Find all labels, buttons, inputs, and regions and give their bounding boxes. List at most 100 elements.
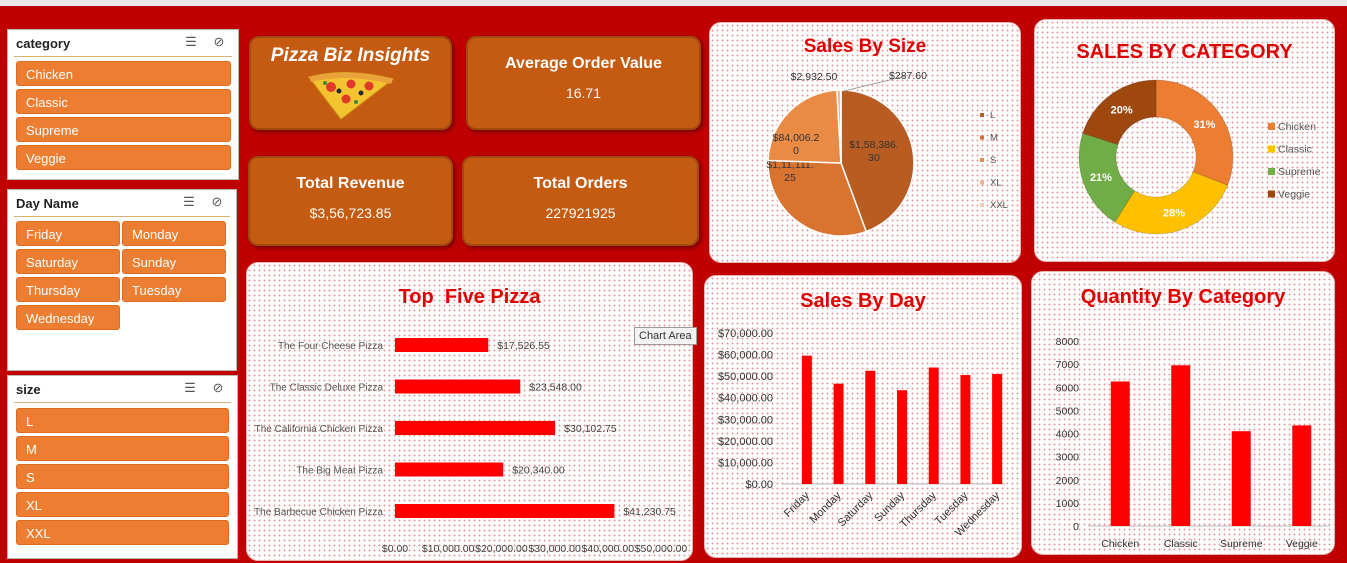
legend-label: L: [990, 110, 995, 121]
orders-card: Total Orders 227921925: [462, 156, 699, 246]
legend-label: Chicken: [1278, 121, 1316, 133]
quantity-by-category-panel[interactable]: Quantity By Category 0 1000 2000 3000 4000 50…: [1031, 271, 1335, 555]
bar: [1231, 431, 1251, 526]
data-label: $84,006.2: [773, 132, 820, 144]
y-tick-label: 5000: [1056, 405, 1080, 417]
bar: [897, 390, 907, 484]
slicer-item-wednesday[interactable]: Wednesday: [16, 305, 120, 330]
slicer-item-s[interactable]: S: [16, 464, 229, 489]
donut-slice: [1114, 171, 1229, 235]
sales-by-category-chart: 31% Chicken 28% Classic 21% Supreme 20% Veggie: [1078, 79, 1321, 235]
y-tick-label: $40,000.00: [718, 393, 773, 405]
sales-by-day-panel[interactable]: Sales By Day $0.00 $10,000.00 $20,000.00 $3…: [704, 275, 1022, 558]
orders-value: 227921925: [545, 205, 616, 221]
y-tick-label: 0: [1073, 521, 1079, 533]
y-tick-label: 3000: [1056, 452, 1080, 464]
slicer-item-friday[interactable]: Friday: [16, 221, 120, 246]
window-top-strip: [0, 0, 1347, 6]
bar: [801, 355, 812, 484]
y-tick-label: $30,000.00: [718, 414, 773, 426]
data-label: $20,340.00: [512, 465, 565, 477]
slicer-item-thursday[interactable]: Thursday: [16, 277, 120, 302]
y-tick-label: The Big Meat Pizza: [296, 466, 383, 477]
data-label: 21%: [1090, 172, 1112, 184]
y-tick-label: The Barbecue Chicken Pizza: [254, 507, 383, 518]
sales-by-category-panel[interactable]: SALES BY CATEGORY 31% Chicken 28% Classic 21…: [1034, 19, 1335, 262]
x-tick-label: Supreme: [1220, 538, 1263, 550]
legend-swatch: [980, 180, 984, 185]
y-tick-label: 1000: [1056, 498, 1080, 510]
slicer-item-monday[interactable]: Monday: [122, 221, 226, 246]
clear-filter-icon[interactable]: ⊘: [208, 194, 226, 210]
sales-by-day-chart: $0.00 $10,000.00 $20,000.00 $30,000.00 $40,0…: [718, 328, 1005, 539]
legend-swatch: [980, 158, 984, 162]
data-label-continued: 30: [868, 152, 880, 164]
legend-swatch: [980, 203, 984, 207]
clear-filter-icon[interactable]: ⊘: [210, 34, 228, 50]
x-tick-label: Saturday: [836, 489, 876, 529]
data-label: $41,230.75: [623, 506, 676, 518]
slicer-item-saturday[interactable]: Saturday: [16, 249, 120, 274]
multi-select-icon[interactable]: ☰: [180, 194, 198, 210]
quantity-by-category-chart: 0 1000 2000 3000 4000 5000 6000 7000 8000 Chicken…: [1056, 336, 1330, 550]
x-tick-label: Classic: [1164, 538, 1198, 550]
y-tick-label: The California Chicken Pizza: [255, 424, 384, 435]
y-tick-label: $60,000.00: [718, 350, 773, 362]
multi-select-icon[interactable]: ☰: [182, 34, 200, 50]
multi-select-icon[interactable]: ☰: [181, 380, 199, 396]
y-tick-label: The Four Cheese Pizza: [278, 341, 383, 352]
x-tick-label: $30,000.00: [528, 543, 581, 555]
x-tick-label: $40,000.00: [582, 543, 635, 555]
bar: [960, 375, 971, 484]
donut-slice: [1155, 79, 1234, 186]
bar: [395, 504, 615, 518]
data-label: 20%: [1111, 105, 1133, 117]
bar: [395, 379, 521, 394]
data-label: 31%: [1193, 119, 1215, 131]
revenue-title: Total Revenue: [296, 175, 405, 192]
aov-title: Average Order Value: [505, 55, 662, 72]
slicer-item-m[interactable]: M: [16, 436, 229, 461]
clear-filter-icon[interactable]: ⊘: [209, 380, 227, 396]
x-tick-label: Chicken: [1101, 538, 1139, 550]
brand-card: Pizza Biz Insights: [249, 36, 452, 130]
bar: [833, 383, 844, 484]
sales-by-size-panel[interactable]: Sales By Size $1,58,386. 30 L $1,11,111. 25 M…: [709, 22, 1021, 263]
y-tick-label: $10,000.00: [718, 457, 773, 469]
slicer-title: Day Name: [16, 196, 79, 211]
legend-label: Supreme: [1278, 166, 1321, 178]
slicer-item-supreme[interactable]: Supreme: [16, 117, 231, 142]
brand-title: Pizza Biz Insights: [270, 45, 431, 66]
slicer-item-tuesday[interactable]: Tuesday: [122, 277, 226, 302]
pizza-slice-icon: [307, 72, 394, 120]
legend-label: S: [990, 155, 996, 166]
data-label-continued: 25: [784, 172, 796, 184]
top-five-pizza-panel[interactable]: Top Five Pizza The Four Cheese Pizza $17,…: [246, 262, 693, 561]
leader-line: [843, 75, 907, 92]
aov-value: 16.71: [565, 85, 602, 101]
y-tick-label: $50,000.00: [718, 371, 773, 383]
y-tick-label: 4000: [1056, 429, 1080, 441]
bar: [395, 462, 504, 477]
slicer-title: category: [16, 36, 71, 51]
slicer-item-classic[interactable]: Classic: [16, 89, 231, 114]
slicer-item-l[interactable]: L: [16, 408, 229, 433]
bar: [1110, 381, 1130, 526]
legend-swatch: [980, 135, 984, 140]
top-five-pizza-chart: The Four Cheese Pizza $17,526.55 The Class…: [254, 338, 687, 555]
slicer-title: size: [16, 382, 41, 397]
bar: [865, 370, 876, 484]
chart-area-tooltip: Chart Area: [634, 327, 697, 345]
slicer-item-sunday[interactable]: Sunday: [122, 249, 226, 274]
revenue-card: Total Revenue $3,56,723.85: [248, 156, 453, 246]
x-tick-label: $20,000.00: [475, 543, 528, 555]
y-tick-label: 6000: [1056, 382, 1080, 394]
y-tick-label: 2000: [1056, 475, 1080, 487]
slicer-item-veggie[interactable]: Veggie: [16, 145, 231, 170]
data-label: $2,932.50: [791, 71, 838, 83]
data-label: 28%: [1163, 208, 1185, 220]
slicer-item-xl[interactable]: XL: [16, 492, 229, 517]
slicer-item-chicken[interactable]: Chicken: [16, 61, 231, 86]
slicer-item-xxl[interactable]: XXL: [16, 520, 229, 545]
legend-swatch: [980, 113, 984, 117]
